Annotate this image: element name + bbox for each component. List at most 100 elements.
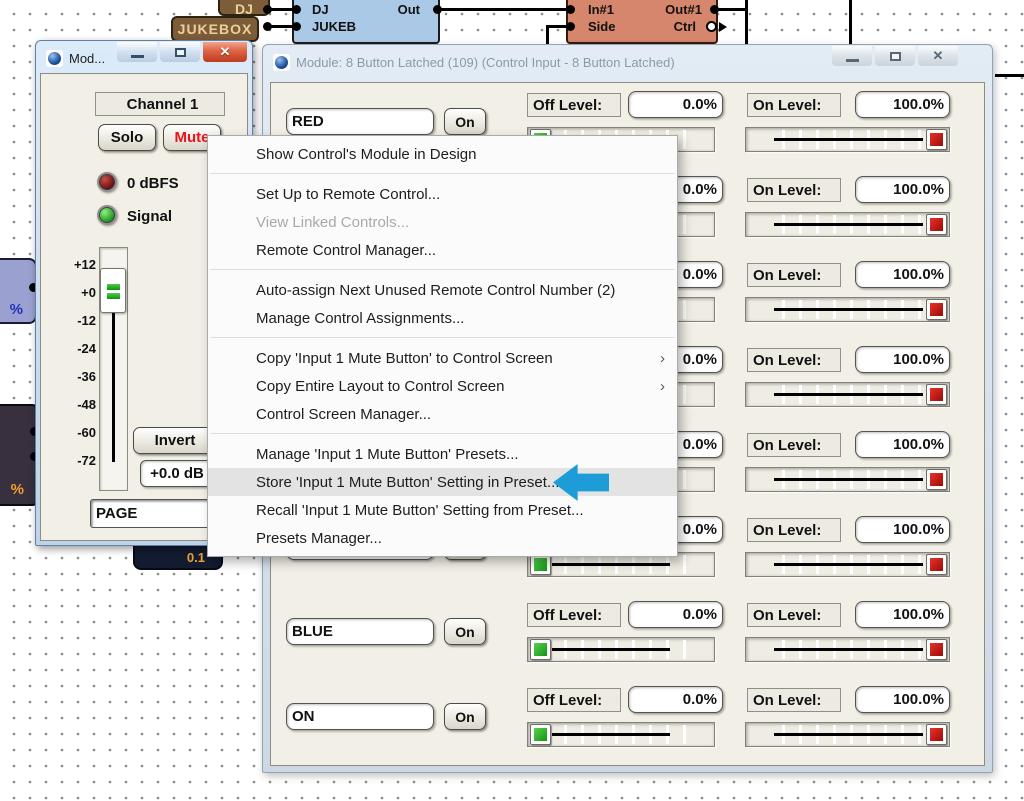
percent-top-label: % bbox=[10, 301, 23, 318]
node-dj-label: DJ bbox=[235, 1, 253, 17]
menu-item-label: Set Up to Remote Control... bbox=[256, 186, 440, 203]
menu-item[interactable]: Remote Control Manager... bbox=[208, 236, 677, 264]
on-level-value[interactable]: 100.0% bbox=[855, 346, 950, 373]
node-jukebox-label: JUKEBOX bbox=[178, 21, 253, 37]
menu-item[interactable]: Copy Entire Layout to Control Screen› bbox=[208, 372, 677, 400]
on-handle-color bbox=[930, 643, 943, 656]
menu-separator bbox=[208, 428, 677, 440]
minimize-button[interactable] bbox=[832, 46, 872, 66]
menu-item[interactable]: Set Up to Remote Control... bbox=[208, 180, 677, 208]
on-slider-handle[interactable] bbox=[926, 554, 947, 575]
processor-port-in2[interactable] bbox=[566, 22, 575, 31]
on-level-slider[interactable] bbox=[745, 127, 950, 152]
slider-track bbox=[774, 138, 923, 141]
on-level-value[interactable]: 100.0% bbox=[855, 516, 950, 543]
on-level-slider[interactable] bbox=[745, 297, 950, 322]
slider-track bbox=[774, 478, 923, 481]
context-menu: Show Control's Module in Design Set Up to… bbox=[207, 135, 678, 557]
mixer-in1-label: DJ bbox=[312, 2, 329, 17]
off-level-slider[interactable] bbox=[527, 722, 715, 747]
on-level-slider[interactable] bbox=[745, 722, 950, 747]
on-level-value[interactable]: 100.0% bbox=[855, 686, 950, 713]
on-handle-color bbox=[930, 388, 943, 401]
slider-track bbox=[774, 563, 923, 566]
menu-item-label: Copy 'Input 1 Mute Button' to Control Sc… bbox=[256, 350, 553, 367]
minimize-button[interactable] bbox=[117, 42, 157, 62]
on-level-slider[interactable] bbox=[745, 637, 950, 662]
module-window-title: Module: 8 Button Latched (109) (Control … bbox=[296, 55, 675, 70]
on-level-value[interactable]: 100.0% bbox=[855, 176, 950, 203]
mixer-out-label: Out bbox=[398, 2, 420, 17]
button-name-field[interactable]: ON bbox=[286, 703, 434, 730]
on-level-slider[interactable] bbox=[745, 467, 950, 492]
node-processor[interactable]: In#1 Side Out#1 Ctrl bbox=[566, 0, 718, 44]
slider-track bbox=[774, 733, 923, 736]
off-level-value[interactable]: 0.0% bbox=[628, 601, 723, 628]
menu-item[interactable]: View Linked Controls... bbox=[208, 208, 677, 236]
menu-item-label: Remote Control Manager... bbox=[256, 242, 436, 259]
slider-track bbox=[552, 563, 670, 566]
off-slider-handle[interactable] bbox=[530, 724, 551, 745]
lfo-value: 0.1 bbox=[187, 550, 205, 565]
on-slider-handle[interactable] bbox=[926, 384, 947, 405]
node-jukebox[interactable]: JUKEBOX bbox=[171, 16, 259, 42]
wire-side-v bbox=[546, 25, 549, 45]
off-level-value[interactable]: 0.0% bbox=[628, 686, 723, 713]
on-level-value[interactable]: 100.0% bbox=[855, 601, 950, 628]
button-name-field[interactable]: RED bbox=[286, 108, 434, 135]
menu-separator bbox=[208, 168, 677, 180]
button-name-field[interactable]: BLUE bbox=[286, 618, 434, 645]
menu-item[interactable]: Control Screen Manager... bbox=[208, 400, 677, 428]
on-handle-color bbox=[930, 558, 943, 571]
menu-item-label: Recall 'Input 1 Mute Button' Setting fro… bbox=[256, 502, 584, 519]
slider-track bbox=[774, 223, 923, 226]
on-button[interactable]: On bbox=[444, 703, 486, 730]
close-button[interactable]: ✕ bbox=[203, 42, 247, 62]
design-canvas: DJ JUKEBOX DJ JUKEB Out In#1 Side Out#1 … bbox=[0, 0, 1024, 801]
maximize-button[interactable] bbox=[875, 46, 915, 66]
menu-item[interactable]: Show Control's Module in Design bbox=[208, 140, 677, 168]
maximize-button[interactable] bbox=[160, 42, 200, 62]
menu-item[interactable]: Manage 'Input 1 Mute Button' Presets... bbox=[208, 440, 677, 468]
app-icon bbox=[46, 50, 63, 67]
on-level-value[interactable]: 100.0% bbox=[855, 431, 950, 458]
on-level-slider[interactable] bbox=[745, 552, 950, 577]
on-slider-handle[interactable] bbox=[926, 469, 947, 490]
on-handle-color bbox=[930, 728, 943, 741]
close-button[interactable]: ✕ bbox=[918, 46, 958, 66]
on-level-value[interactable]: 100.0% bbox=[855, 91, 950, 118]
off-level-slider[interactable] bbox=[527, 637, 715, 662]
off-handle-color bbox=[534, 558, 547, 571]
on-button[interactable]: On bbox=[444, 108, 486, 135]
menu-item-label: View Linked Controls... bbox=[256, 214, 409, 231]
on-slider-handle[interactable] bbox=[926, 214, 947, 235]
on-slider-handle[interactable] bbox=[926, 299, 947, 320]
on-level-value[interactable]: 100.0% bbox=[855, 261, 950, 288]
menu-item-label: Show Control's Module in Design bbox=[256, 146, 476, 163]
processor-port-in1[interactable] bbox=[566, 5, 575, 14]
menu-item-label: Store 'Input 1 Mute Button' Setting in P… bbox=[256, 474, 559, 491]
menu-item[interactable]: Auto-assign Next Unused Remote Control N… bbox=[208, 276, 677, 304]
on-slider-handle[interactable] bbox=[926, 129, 947, 150]
node-mixer[interactable]: DJ JUKEB Out bbox=[292, 0, 440, 44]
on-slider-handle[interactable] bbox=[926, 724, 947, 745]
on-slider-handle[interactable] bbox=[926, 639, 947, 660]
processor-in2-label: Side bbox=[588, 19, 615, 34]
on-level-slider[interactable] bbox=[745, 212, 950, 237]
wire-mixer-processor bbox=[440, 8, 572, 11]
menu-item[interactable]: Recall 'Input 1 Mute Button' Setting fro… bbox=[208, 496, 677, 524]
off-slider-handle[interactable] bbox=[530, 639, 551, 660]
menu-item[interactable]: Presets Manager... bbox=[208, 524, 677, 552]
off-handle-color bbox=[534, 728, 547, 741]
on-handle-color bbox=[930, 473, 943, 486]
menu-item[interactable]: Copy 'Input 1 Mute Button' to Control Sc… bbox=[208, 344, 677, 372]
menu-item-label: Manage 'Input 1 Mute Button' Presets... bbox=[256, 446, 519, 463]
app-icon bbox=[273, 54, 290, 71]
mixer-in2-label: JUKEB bbox=[312, 19, 356, 34]
processor-port-ctrl[interactable] bbox=[706, 21, 717, 32]
off-level-value[interactable]: 0.0% bbox=[628, 91, 723, 118]
on-button[interactable]: On bbox=[444, 618, 486, 645]
on-level-slider[interactable] bbox=[745, 382, 950, 407]
menu-item[interactable]: Manage Control Assignments... bbox=[208, 304, 677, 332]
off-slider-handle[interactable] bbox=[530, 554, 551, 575]
